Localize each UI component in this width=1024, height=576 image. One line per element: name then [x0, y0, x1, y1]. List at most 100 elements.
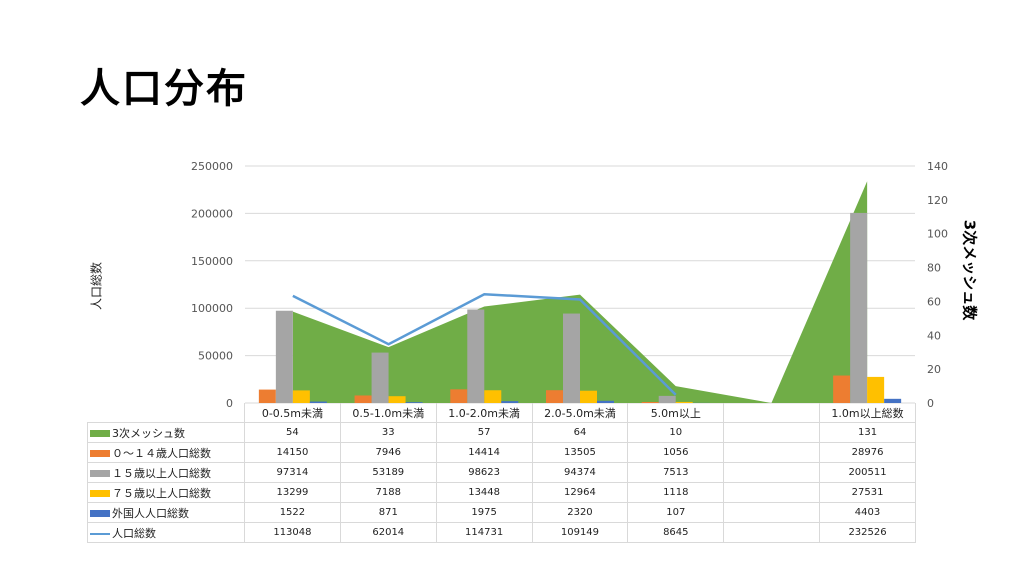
- bar-2: [371, 352, 389, 403]
- table-cell: 107: [627, 502, 725, 523]
- bar-1: [546, 390, 563, 403]
- bar-3: [292, 390, 310, 403]
- right-axis-label: 3次メッシュ数: [960, 219, 979, 321]
- table-row: 外国人人口総数 1522 871 1975 2320 107 4403: [87, 502, 916, 523]
- series-name: 外国人人口総数: [112, 506, 189, 520]
- right-tick-label: 40: [927, 329, 941, 342]
- right-tick-label: 140: [927, 160, 948, 173]
- category-label: 2.0-5.0m未満: [531, 403, 629, 423]
- table-row: ０～１４歳人口総数 14150 7946 14414 13505 1056 28976: [87, 442, 916, 463]
- table-cell: 1975: [435, 502, 533, 523]
- left-tick-label: 150000: [191, 255, 233, 268]
- legend-swatch: [90, 430, 110, 437]
- table-row: 人口総数 113048 62014 114731 109149 8645 232526: [87, 522, 916, 543]
- legend-swatch: [90, 532, 110, 535]
- table-cell: [723, 502, 821, 523]
- table-cell: [723, 422, 821, 443]
- table-cell: 109149: [531, 522, 629, 543]
- table-cell: 7188: [339, 482, 437, 503]
- bar-1: [354, 395, 372, 403]
- data-table: 0-0.5m未満 0.5-1.0m未満 1.0-2.0m未満 2.0-5.0m未満 5.…: [87, 403, 916, 543]
- right-tick-label: 20: [927, 363, 941, 376]
- table-cell: 1056: [627, 442, 725, 463]
- right-tick-label: 100: [927, 228, 948, 241]
- table-cell: [723, 462, 821, 483]
- legend-swatch: [90, 470, 110, 477]
- series-name: １５歳以上人口総数: [112, 466, 211, 480]
- category-label: 0-0.5m未満: [244, 403, 341, 423]
- left-axis-label: 人口総数: [89, 261, 104, 311]
- table-cell: 33: [339, 422, 437, 443]
- table-cell: 232526: [819, 522, 916, 543]
- left-axis-ticks: 250000200000150000100000500000: [191, 160, 233, 410]
- table-cell: [723, 522, 821, 543]
- category-label: 1.0m以上総数: [819, 403, 916, 423]
- category-label: [723, 403, 821, 423]
- category-label: 5.0m以上: [627, 403, 725, 423]
- table-cell: 7946: [339, 442, 437, 463]
- table-cell: 13448: [435, 482, 533, 503]
- table-cell: 871: [339, 502, 437, 523]
- table-cell: 10: [627, 422, 725, 443]
- table-cell: 13505: [531, 442, 629, 463]
- table-cell: 200511: [819, 462, 916, 483]
- bar-3: [580, 390, 597, 403]
- table-cell: 57: [435, 422, 533, 443]
- table-row: １５歳以上人口総数 97314 53189 98623 94374 7513 200511: [87, 462, 916, 483]
- legend-swatch: [90, 450, 110, 457]
- series-name: 人口総数: [112, 526, 156, 540]
- table-cell: 12964: [531, 482, 629, 503]
- table-corner: [88, 403, 245, 423]
- bar-1: [450, 389, 468, 403]
- table-cell: 14414: [435, 442, 533, 463]
- right-tick-label: 60: [927, 295, 941, 308]
- bar-2: [850, 212, 868, 403]
- table-cell: 64: [531, 422, 629, 443]
- bar-3: [867, 376, 885, 403]
- table-cell: 94374: [531, 462, 629, 483]
- bar-2: [658, 395, 676, 403]
- table-cell: 54: [244, 422, 341, 443]
- series-name: 3次メッシュ数: [112, 426, 185, 440]
- table-cell: 1118: [627, 482, 725, 503]
- table-cell: 2320: [531, 502, 629, 523]
- category-label: 1.0-2.0m未満: [435, 403, 533, 423]
- table-cell: 98623: [435, 462, 533, 483]
- table-cell: 53189: [339, 462, 437, 483]
- bar-3: [484, 390, 502, 403]
- table-cell: 114731: [435, 522, 533, 543]
- table-cell: 13299: [244, 482, 341, 503]
- table-cell: 4403: [819, 502, 916, 523]
- right-axis-ticks: 140 120 100 80 60 40 20 0: [927, 160, 948, 410]
- bar-2: [563, 313, 580, 403]
- table-cell: 27531: [819, 482, 916, 503]
- bar-1: [258, 389, 276, 403]
- table-cell: 28976: [819, 442, 916, 463]
- left-tick-label: 50000: [198, 350, 233, 363]
- table-cell: 97314: [244, 462, 341, 483]
- table-cell: 113048: [244, 522, 341, 543]
- table-cell: [723, 482, 821, 503]
- category-label: 0.5-1.0m未満: [339, 403, 437, 423]
- series-name: ７５歳以上人口総数: [112, 486, 211, 500]
- bar-2: [467, 309, 485, 403]
- table-cell: 14150: [244, 442, 341, 463]
- table-cell: 8645: [627, 522, 725, 543]
- table-cell: 62014: [339, 522, 437, 543]
- legend-swatch: [90, 510, 110, 517]
- bar-1: [833, 375, 851, 403]
- table-cell: 7513: [627, 462, 725, 483]
- left-tick-label: 200000: [191, 207, 233, 220]
- right-tick-label: 120: [927, 194, 948, 207]
- table-cell: 1522: [244, 502, 341, 523]
- table-cell: 131: [819, 422, 916, 443]
- left-tick-label: 250000: [191, 160, 233, 173]
- table-row: ７５歳以上人口総数 13299 7188 13448 12964 1118 27531: [87, 482, 916, 503]
- series-name: ０～１４歳人口総数: [112, 446, 211, 460]
- bar-3: [388, 396, 406, 403]
- right-tick-label: 0: [927, 397, 934, 410]
- right-tick-label: 80: [927, 262, 941, 275]
- table-row: 3次メッシュ数 54 33 57 64 10 131: [87, 422, 916, 443]
- table-cell: [723, 442, 821, 463]
- legend-swatch: [90, 490, 110, 497]
